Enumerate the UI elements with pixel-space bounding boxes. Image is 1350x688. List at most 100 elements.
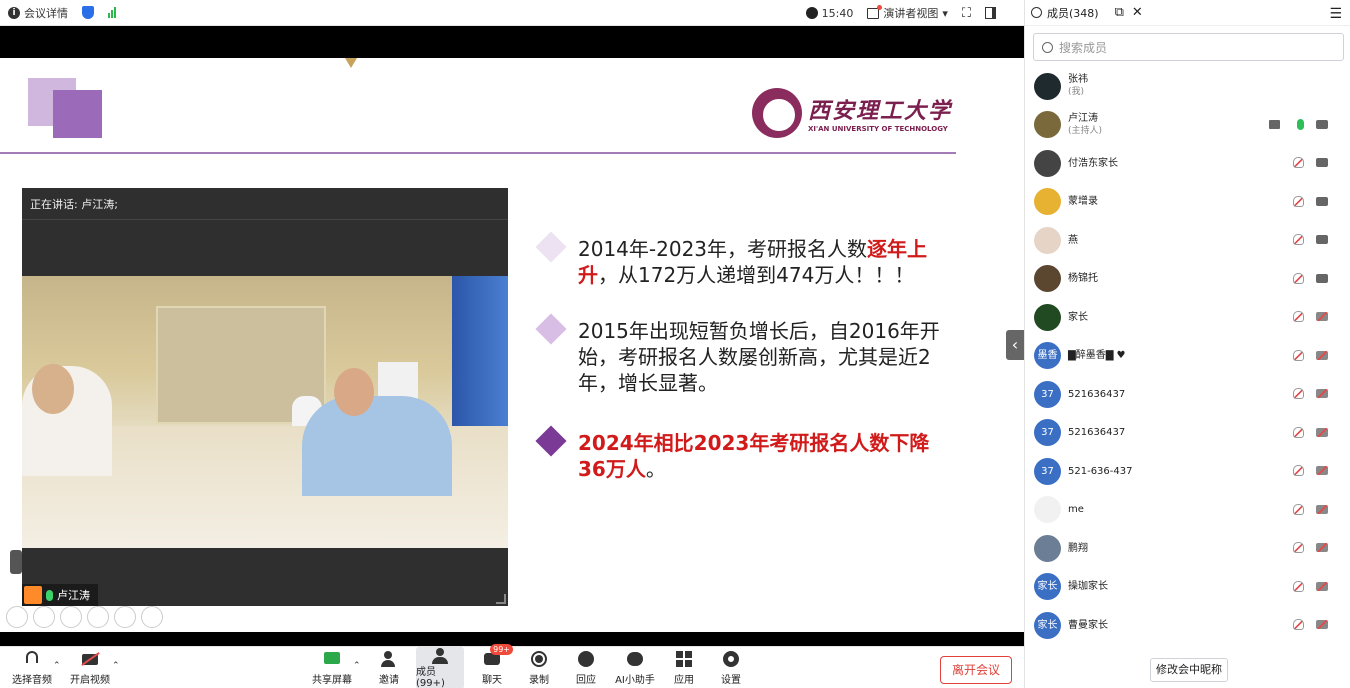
member-row[interactable]: me (1025, 491, 1350, 530)
member-row[interactable]: 付浩东家长 (1025, 144, 1350, 183)
members-button[interactable]: 成员(99+) (416, 647, 464, 688)
member-row[interactable]: 卢江涛 (主持人) (1025, 106, 1350, 145)
ai-label: AI小助手 (615, 675, 655, 686)
mic-muted-icon[interactable] (1293, 580, 1304, 592)
letterbox-top (0, 26, 1024, 58)
reply-label: 回应 (576, 675, 596, 686)
meeting-info-button[interactable]: i 会议详情 (8, 5, 68, 21)
member-row[interactable]: 37 521-636-437 (1025, 452, 1350, 491)
camera-off-icon (81, 650, 100, 668)
video-options-caret[interactable]: ⌃ (112, 661, 120, 671)
member-row[interactable]: 鹏翔 (1025, 529, 1350, 568)
camera-icon[interactable] (1316, 119, 1328, 129)
mic-muted-icon[interactable] (1293, 311, 1304, 322)
mic-on-icon[interactable] (1297, 118, 1304, 130)
camera-icon[interactable] (1316, 196, 1328, 206)
ai-assistant-button[interactable]: AI小助手 (613, 647, 657, 688)
chat-button[interactable]: 99+ 聊天 (476, 644, 513, 688)
mic-muted-icon[interactable] (1293, 388, 1304, 399)
member-row[interactable]: 家长 (1025, 298, 1350, 337)
speaker-name: 卢江涛 (57, 589, 90, 602)
share-options-caret[interactable]: ⌃ (353, 661, 361, 671)
speaker-video-panel[interactable]: 正在讲话: 卢江涛; 卢江涛 (22, 188, 508, 606)
mic-muted-icon[interactable] (1293, 234, 1304, 245)
camera-off-icon[interactable] (1316, 427, 1328, 437)
slide-decoration (345, 58, 357, 68)
member-row[interactable]: 蒙增录 (1025, 183, 1350, 222)
fullscreen-icon[interactable]: ⛶ (962, 6, 971, 21)
close-icon[interactable]: ✕ (1132, 5, 1143, 20)
member-row[interactable]: 墨香 ▇醉墨香▇ ♥ (1025, 337, 1350, 376)
member-row[interactable]: 37 521636437 (1025, 375, 1350, 414)
mic-muted-icon[interactable] (1293, 542, 1304, 553)
mic-muted-icon[interactable] (1293, 195, 1304, 207)
person-icon (1031, 7, 1042, 18)
camera-off-icon[interactable] (1316, 350, 1328, 360)
video-button[interactable]: 开启视频 (68, 647, 112, 688)
copy-icon[interactable] (87, 606, 109, 628)
mic-muted-icon[interactable] (1293, 272, 1304, 284)
mic-muted-icon[interactable] (1293, 465, 1304, 476)
pen-icon[interactable] (60, 606, 82, 628)
shield-icon (82, 6, 94, 19)
camera-off-icon[interactable] (1316, 466, 1328, 475)
member-row[interactable]: 杨锦托 (1025, 260, 1350, 299)
camera-off-icon[interactable] (1316, 312, 1328, 321)
next-icon[interactable] (33, 606, 55, 628)
security-button[interactable] (82, 6, 94, 19)
view-mode-label: 演讲者视图 (883, 7, 939, 20)
reply-button[interactable]: 回应 (570, 647, 602, 688)
resize-handle[interactable] (496, 594, 506, 604)
camera-icon[interactable] (1316, 158, 1328, 167)
member-name: 张祎 (1068, 74, 1088, 86)
pop-out-icon[interactable]: ⧉ (1115, 5, 1124, 20)
member-row[interactable]: 燕 (1025, 221, 1350, 260)
camera-off-icon[interactable] (1316, 389, 1328, 398)
more-icon[interactable] (141, 606, 163, 628)
rename-button[interactable]: 修改会中昵称 (1150, 658, 1228, 682)
meeting-info-label: 会议详情 (24, 6, 68, 20)
camera-icon[interactable] (1316, 235, 1328, 244)
mic-muted-icon[interactable] (1293, 503, 1304, 515)
avatar (1034, 111, 1061, 139)
slide-bullet: 2014年-2023年，考研报名人数逐年上升，从172万人递增到474万人！！！ (535, 231, 950, 288)
camera-off-icon[interactable] (1316, 581, 1328, 591)
avatar (1034, 265, 1061, 293)
camera-icon[interactable] (1316, 273, 1328, 283)
record-icon (530, 650, 548, 668)
mic-muted-icon[interactable] (1293, 349, 1304, 361)
search-icon (1042, 41, 1053, 53)
network-signal[interactable] (108, 7, 116, 18)
avatar: 墨香 (1034, 342, 1061, 370)
mic-muted-icon[interactable] (1293, 426, 1304, 438)
menu-icon[interactable]: ☰ (1329, 6, 1342, 22)
camera-off-icon[interactable] (1316, 504, 1328, 514)
left-panel-toggle[interactable] (10, 550, 22, 574)
camera-off-icon[interactable] (1316, 543, 1328, 552)
leave-meeting-button[interactable]: 离开会议 (940, 656, 1012, 684)
audio-options-caret[interactable]: ⌃ (53, 661, 61, 671)
member-name: me (1068, 504, 1084, 516)
member-search-input[interactable]: 搜索成员 (1033, 33, 1344, 61)
mic-muted-icon[interactable] (1293, 157, 1304, 168)
share-screen-button[interactable]: 共享屏幕 (310, 647, 354, 688)
prev-icon[interactable] (6, 606, 28, 628)
layout-icon[interactable] (985, 7, 996, 19)
member-row[interactable]: 家长 曹曼家长 (1025, 606, 1350, 645)
member-name: 曹曼家长 (1068, 619, 1108, 631)
mic-muted-icon[interactable] (1293, 619, 1304, 630)
camera-off-icon[interactable] (1316, 620, 1328, 629)
record-button[interactable]: 录制 (523, 647, 555, 688)
invite-button[interactable]: 邀请 (372, 647, 406, 688)
member-row[interactable]: 张祎 (我) (1025, 67, 1350, 106)
university-name-en: XI'AN UNIVERSITY OF TECHNOLOGY (808, 125, 948, 133)
audio-button[interactable]: 选择音频 (10, 647, 54, 688)
settings-button[interactable]: 设置 (715, 647, 747, 688)
member-row[interactable]: 37 521636437 (1025, 414, 1350, 453)
collapse-panel-button[interactable]: ‹ (1006, 330, 1024, 360)
zoom-icon[interactable] (114, 606, 136, 628)
view-mode-dropdown[interactable]: 演讲者视图 ▾ (867, 4, 948, 21)
member-row[interactable]: 家长 操珈家长 (1025, 568, 1350, 607)
apps-button[interactable]: 应用 (668, 647, 700, 688)
avatar: 37 (1034, 457, 1061, 485)
